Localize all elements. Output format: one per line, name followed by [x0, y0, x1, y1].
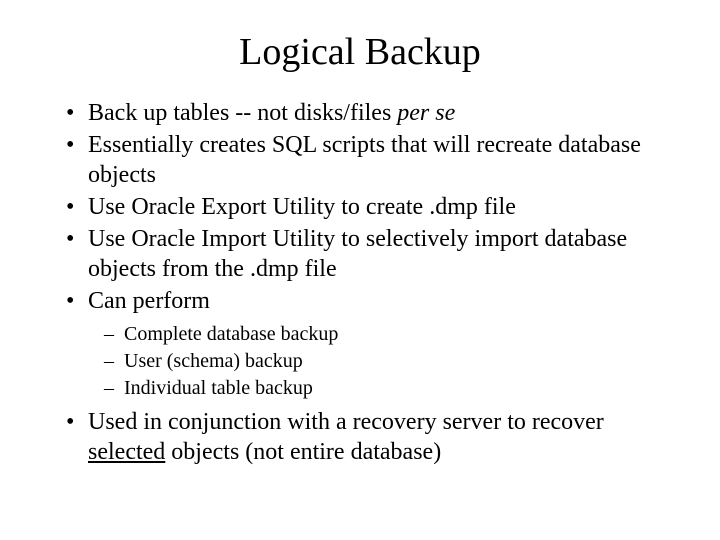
- bullet-text: Back up tables -- not disks/files: [88, 100, 397, 126]
- list-item: Back up tables -- not disks/files per se: [60, 98, 660, 128]
- sub-bullet-text: Complete database backup: [124, 323, 338, 345]
- sub-bullet-list: Complete database backup User (schema) b…: [98, 322, 660, 401]
- sub-list-item: Complete database backup: [98, 322, 660, 347]
- bullet-text-underline: selected: [88, 439, 165, 465]
- bullet-text-italic: per se: [397, 100, 455, 126]
- list-item: Use Oracle Import Utility to selectively…: [60, 224, 660, 284]
- sub-list-item: User (schema) backup: [98, 349, 660, 374]
- slide-title: Logical Backup: [60, 30, 660, 74]
- sub-list-item: Individual table backup: [98, 376, 660, 401]
- list-item: Can perform Complete database backup Use…: [60, 286, 660, 401]
- list-item: Essentially creates SQL scripts that wil…: [60, 130, 660, 190]
- list-item: Used in conjunction with a recovery serv…: [60, 407, 660, 467]
- bullet-text: Use Oracle Import Utility to selectively…: [88, 226, 627, 282]
- bullet-text: Use Oracle Export Utility to create .dmp…: [88, 194, 516, 220]
- bullet-text: Used in conjunction with a recovery serv…: [88, 409, 604, 435]
- list-item: Use Oracle Export Utility to create .dmp…: [60, 192, 660, 222]
- sub-bullet-text: User (schema) backup: [124, 350, 303, 372]
- sub-bullet-text: Individual table backup: [124, 377, 313, 399]
- bullet-text: objects (not entire database): [165, 439, 441, 465]
- bullet-list: Back up tables -- not disks/files per se…: [60, 98, 660, 467]
- bullet-text: Can perform: [88, 288, 210, 314]
- bullet-text: Essentially creates SQL scripts that wil…: [88, 132, 641, 188]
